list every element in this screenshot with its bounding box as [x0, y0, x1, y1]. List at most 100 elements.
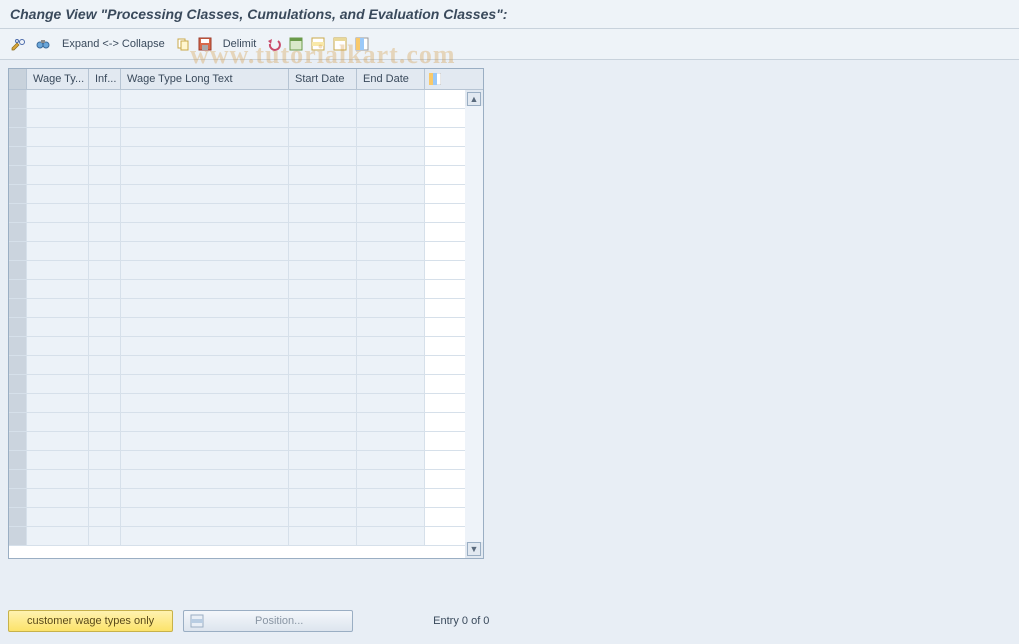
- table-cell[interactable]: [289, 413, 357, 431]
- table-cell[interactable]: [289, 185, 357, 203]
- customer-wage-types-button[interactable]: customer wage types only: [8, 610, 173, 632]
- table-row[interactable]: [9, 413, 465, 432]
- table-cell[interactable]: [9, 223, 27, 241]
- table-cell[interactable]: [27, 375, 89, 393]
- table-cell[interactable]: [89, 223, 121, 241]
- table-cell[interactable]: [289, 166, 357, 184]
- table-row[interactable]: [9, 147, 465, 166]
- table-cell[interactable]: [357, 508, 425, 526]
- table-settings-button[interactable]: [352, 34, 372, 54]
- table-cell[interactable]: [27, 432, 89, 450]
- scrollbar-track[interactable]: [465, 106, 483, 542]
- table-cell[interactable]: [289, 204, 357, 222]
- table-cell[interactable]: [121, 185, 289, 203]
- table-row[interactable]: [9, 261, 465, 280]
- toggle-display-button[interactable]: [8, 34, 30, 54]
- copy-button[interactable]: [173, 34, 193, 54]
- table-cell[interactable]: [9, 166, 27, 184]
- table-cell[interactable]: [357, 451, 425, 469]
- table-cell[interactable]: [357, 489, 425, 507]
- table-cell[interactable]: [289, 223, 357, 241]
- table-cell[interactable]: [357, 90, 425, 108]
- table-cell[interactable]: [89, 451, 121, 469]
- table-cell[interactable]: [357, 109, 425, 127]
- scroll-up-button[interactable]: ▲: [467, 92, 481, 106]
- table-cell[interactable]: [89, 318, 121, 336]
- table-cell[interactable]: [9, 356, 27, 374]
- table-row[interactable]: [9, 109, 465, 128]
- table-cell[interactable]: [357, 261, 425, 279]
- table-row[interactable]: [9, 394, 465, 413]
- table-cell[interactable]: [289, 261, 357, 279]
- table-cell[interactable]: [121, 489, 289, 507]
- table-row[interactable]: [9, 280, 465, 299]
- table-cell[interactable]: [121, 280, 289, 298]
- select-block-button[interactable]: [308, 34, 328, 54]
- table-row[interactable]: [9, 204, 465, 223]
- table-cell[interactable]: [357, 166, 425, 184]
- table-cell[interactable]: [9, 375, 27, 393]
- table-row[interactable]: [9, 90, 465, 109]
- table-row[interactable]: [9, 223, 465, 242]
- table-cell[interactable]: [27, 204, 89, 222]
- table-cell[interactable]: [121, 375, 289, 393]
- table-cell[interactable]: [357, 375, 425, 393]
- table-cell[interactable]: [121, 413, 289, 431]
- table-cell[interactable]: [9, 413, 27, 431]
- table-cell[interactable]: [357, 527, 425, 545]
- table-cell[interactable]: [9, 147, 27, 165]
- table-cell[interactable]: [121, 223, 289, 241]
- table-cell[interactable]: [357, 432, 425, 450]
- table-cell[interactable]: [27, 261, 89, 279]
- table-cell[interactable]: [357, 394, 425, 412]
- table-cell[interactable]: [121, 508, 289, 526]
- column-header-inf[interactable]: Inf...: [89, 69, 121, 89]
- table-cell[interactable]: [121, 451, 289, 469]
- table-cell[interactable]: [121, 470, 289, 488]
- table-row[interactable]: [9, 185, 465, 204]
- table-cell[interactable]: [89, 204, 121, 222]
- table-cell[interactable]: [27, 337, 89, 355]
- table-cell[interactable]: [289, 375, 357, 393]
- table-cell[interactable]: [9, 394, 27, 412]
- table-cell[interactable]: [289, 337, 357, 355]
- table-row[interactable]: [9, 508, 465, 527]
- table-cell[interactable]: [121, 299, 289, 317]
- table-row[interactable]: [9, 128, 465, 147]
- find-button[interactable]: [32, 34, 54, 54]
- table-cell[interactable]: [357, 128, 425, 146]
- table-cell[interactable]: [27, 356, 89, 374]
- table-cell[interactable]: [27, 90, 89, 108]
- table-cell[interactable]: [289, 242, 357, 260]
- table-cell[interactable]: [121, 204, 289, 222]
- table-row[interactable]: [9, 166, 465, 185]
- select-all-column-header[interactable]: [9, 69, 27, 89]
- table-cell[interactable]: [89, 109, 121, 127]
- table-cell[interactable]: [357, 318, 425, 336]
- table-cell[interactable]: [121, 242, 289, 260]
- table-cell[interactable]: [27, 242, 89, 260]
- table-cell[interactable]: [289, 318, 357, 336]
- table-cell[interactable]: [9, 299, 27, 317]
- table-cell[interactable]: [27, 166, 89, 184]
- table-cell[interactable]: [27, 280, 89, 298]
- table-cell[interactable]: [89, 356, 121, 374]
- table-cell[interactable]: [289, 280, 357, 298]
- table-row[interactable]: [9, 299, 465, 318]
- table-cell[interactable]: [121, 128, 289, 146]
- configure-columns-button[interactable]: [425, 69, 445, 89]
- table-cell[interactable]: [89, 394, 121, 412]
- table-row[interactable]: [9, 432, 465, 451]
- table-cell[interactable]: [9, 261, 27, 279]
- column-header-start-date[interactable]: Start Date: [289, 69, 357, 89]
- table-cell[interactable]: [121, 166, 289, 184]
- table-cell[interactable]: [289, 147, 357, 165]
- table-cell[interactable]: [27, 470, 89, 488]
- table-cell[interactable]: [357, 147, 425, 165]
- table-cell[interactable]: [89, 242, 121, 260]
- table-cell[interactable]: [121, 109, 289, 127]
- table-cell[interactable]: [289, 356, 357, 374]
- table-cell[interactable]: [89, 527, 121, 545]
- table-cell[interactable]: [9, 128, 27, 146]
- table-cell[interactable]: [289, 128, 357, 146]
